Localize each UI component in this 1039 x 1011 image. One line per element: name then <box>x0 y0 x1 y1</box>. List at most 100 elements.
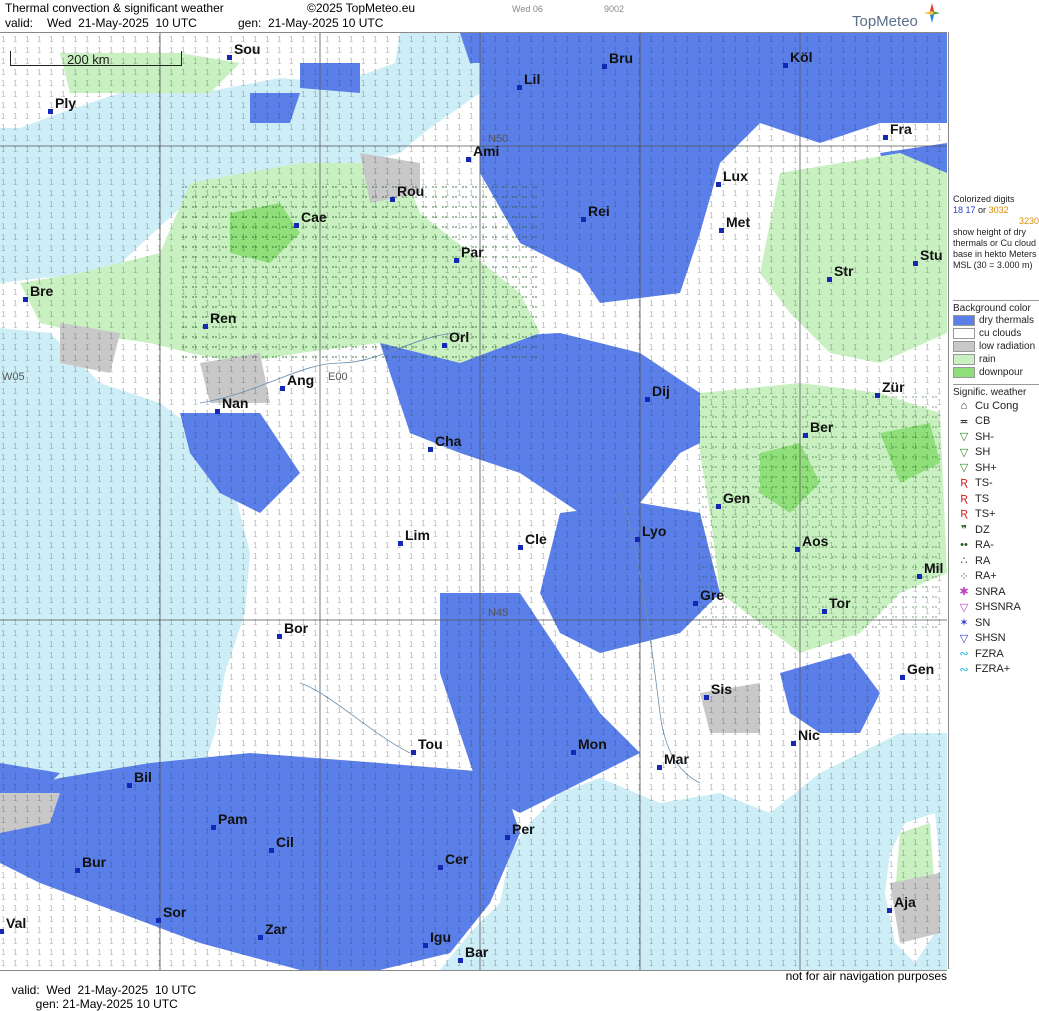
city-label: Lil <box>524 71 541 87</box>
wx-ra-light: •• RA- <box>953 538 1039 554</box>
city-label: Dij <box>652 383 670 399</box>
footer-valid-text: valid: Wed 21-May-2025 10 UTC <box>11 983 197 997</box>
city-label: Zür <box>882 379 905 395</box>
wx-ra: ∴ RA <box>953 553 1039 569</box>
city-label: Gre <box>700 587 725 603</box>
city-label: Ply <box>55 95 77 111</box>
city-label: Ami <box>473 143 500 159</box>
city-marker <box>645 397 650 402</box>
city-label: Cer <box>445 851 469 867</box>
city-marker <box>635 537 640 542</box>
city-label: Gen <box>723 490 751 506</box>
wx-sh-light: ▽ SH- <box>953 429 1039 445</box>
city-label: Cle <box>525 531 547 547</box>
city-label: Bil <box>134 769 152 785</box>
city-label: Nan <box>222 395 249 411</box>
city-label: Fra <box>890 121 912 137</box>
city-marker <box>875 393 880 398</box>
shower-heavy-icon: ▽ <box>959 462 969 475</box>
shower-icon: ▽ <box>959 446 969 459</box>
valid-time: Wed 21-May-2025 10 UTC <box>47 16 197 30</box>
legend-panel: Colorized digits 18 17 or 3032 3230 show… <box>948 32 1039 969</box>
city-label: Orl <box>449 329 470 345</box>
footer-gen-text: gen: 21-May-2025 10 UTC <box>35 997 178 1011</box>
city-label: Bar <box>465 944 489 960</box>
city-marker <box>294 223 299 228</box>
city-marker <box>127 783 132 788</box>
thunderstorm-icon: Ʀ <box>960 492 968 505</box>
city-label: Nic <box>798 727 820 743</box>
colorized-digits-title: Colorized digits <box>953 194 1015 204</box>
thunderstorm-light-icon: Ʀ <box>960 477 968 490</box>
city-marker <box>803 433 808 438</box>
wx-ra-heavy: ⁘ RA+ <box>953 569 1039 585</box>
city-label: Ang <box>287 372 315 388</box>
wx-sh: ▽ SH <box>953 445 1039 461</box>
freezing-rain-icon: ∾ <box>959 648 969 661</box>
city-marker <box>716 182 721 187</box>
colorized-digits-desc: show height of dry thermals or Cu cloud … <box>953 227 1037 270</box>
copyright: ©2025 TopMeteo.eu <box>307 1 416 15</box>
city-label: Mar <box>664 751 689 767</box>
city-label: Aos <box>802 533 829 549</box>
city-label: Köl <box>790 49 813 65</box>
city-label: Sou <box>234 41 261 57</box>
city-marker <box>887 908 892 913</box>
city-marker <box>571 750 576 755</box>
city-label: Tor <box>829 595 851 611</box>
rain-heavy-icon: ⁘ <box>959 570 969 583</box>
wx-dz: ❞ DZ <box>953 522 1039 538</box>
wx-sn: ✶ SN <box>953 615 1039 631</box>
wx-fzra-heavy: ∾ FZRA+ <box>953 662 1039 678</box>
city-marker <box>517 85 522 90</box>
city-label: Rei <box>588 203 610 219</box>
city-marker <box>211 825 216 830</box>
footer-valid: valid: Wed 21-May-2025 10 UTC gen: 21-Ma… <box>5 969 197 1011</box>
city-marker <box>719 228 724 233</box>
rain-light-icon: •• <box>960 539 968 552</box>
map-canvas: 1 <box>0 33 947 970</box>
rain-icon: ∴ <box>960 555 968 568</box>
weather-map[interactable]: 1 <box>0 32 947 971</box>
city-marker <box>913 261 918 266</box>
legend-item-cu-clouds: cu clouds <box>953 327 1039 340</box>
wx-shsnra: ▽ SHSNRA <box>953 600 1039 616</box>
wx-title: Signific. weather <box>953 384 1039 398</box>
gen-label: gen: <box>238 16 262 30</box>
legend-item-downpour: downpour <box>953 366 1039 379</box>
digit-example-a: 18 17 <box>953 205 976 215</box>
compass-logo-icon <box>924 3 940 23</box>
city-marker <box>227 55 232 60</box>
city-label: Bru <box>609 50 634 66</box>
city-marker <box>795 547 800 552</box>
city-label: Val <box>6 915 27 931</box>
digit-example-or: or <box>978 205 987 215</box>
city-marker <box>602 64 607 69</box>
city-marker <box>423 943 428 948</box>
city-label: Str <box>834 263 854 279</box>
scale-label: 200 km <box>67 52 110 67</box>
city-label: Cil <box>276 834 294 850</box>
city-marker <box>454 258 459 263</box>
city-marker <box>428 447 433 452</box>
brand-logo-text: TopMeteo <box>852 13 918 30</box>
city-label: Gen <box>907 661 935 677</box>
city-marker <box>883 135 888 140</box>
city-marker <box>783 63 788 68</box>
city-label: Pam <box>218 811 248 827</box>
city-marker <box>156 918 161 923</box>
digit-example-b: 3032 <box>988 205 1009 215</box>
city-label: Met <box>726 214 751 230</box>
digit-examples: 18 17 or 3032 <box>953 205 1039 216</box>
city-marker <box>438 865 443 870</box>
city-label: Ber <box>810 419 834 435</box>
bg-color-title: Background color <box>953 300 1039 314</box>
cb-icon: ≖ <box>959 415 969 428</box>
city-marker <box>442 343 447 348</box>
city-marker <box>269 848 274 853</box>
city-label: Sor <box>163 904 187 920</box>
wx-shsn: ▽ SHSN <box>953 631 1039 647</box>
sleet-icon: ✱ <box>959 586 969 599</box>
city-label: Lyo <box>642 523 667 539</box>
city-marker <box>827 277 832 282</box>
